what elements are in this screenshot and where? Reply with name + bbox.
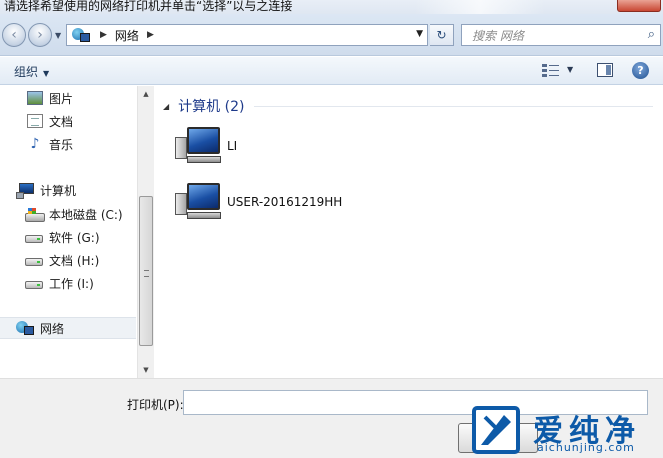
sidebar-item-drive-g[interactable]: 软件 (G:) [0,226,136,248]
sidebar-item-drive-i[interactable]: 工作 (I:) [0,272,136,294]
title-bar-glow [415,0,545,14]
collapse-arrow-icon[interactable]: ◢ [163,102,169,111]
drive-icon [25,281,43,289]
watermark-logo: 爱纯净 aichunjing.com [463,403,663,458]
network-icon [16,321,34,335]
watermark-mark-icon [472,406,520,454]
address-dropdown-icon[interactable]: ▼ [416,29,423,39]
sidebar-item-documents[interactable]: 文档 [0,110,136,132]
scroll-up-icon[interactable]: ▲ [138,86,154,102]
sidebar-item-music[interactable]: ♪ 音乐 [0,133,136,155]
sidebar-item-label: 音乐 [49,137,74,152]
window-title: 请选择希望使用的网络打印机并单击“选择”以与之连接 [4,0,293,13]
list-item[interactable]: LI [173,123,493,169]
back-button[interactable]: ‹ [2,23,26,47]
close-button[interactable] [617,0,661,12]
refresh-icon: ↻ [436,28,447,42]
printer-label: 打印机(P): [127,398,184,412]
sidebar-item-label: 本地磁盘 (C:) [49,207,123,222]
group-divider [254,105,653,107]
forward-arrow-icon: › [37,27,43,43]
scrollbar-thumb[interactable] [139,196,153,346]
breadcrumb-separator[interactable]: ▶ [100,30,107,40]
computer-icon [173,125,223,167]
drive-icon [25,258,43,266]
search-box[interactable]: 搜索 网络 ⌕ [461,24,661,46]
sidebar-item-pictures[interactable]: 图片 [0,87,136,109]
navigation-bar: ‹ › ▼ ▶ 网络 ▶ ▼ ↻ 搜索 网络 ⌕ [0,14,663,56]
refresh-button[interactable]: ↻ [430,24,454,46]
breadcrumb-network[interactable]: 网络 [115,27,139,44]
item-name: LI [227,139,238,153]
system-drive-icon [25,208,45,222]
search-icon[interactable]: ⌕ [648,27,655,42]
scrollbar-grip [144,270,149,277]
help-glyph: ? [637,64,644,77]
chevron-down-icon: ▼ [43,69,50,78]
organize-label: 组织 [14,65,39,79]
sidebar-item-label: 计算机 [40,183,77,198]
address-bar[interactable]: ▶ 网络 ▶ ▼ [66,24,428,46]
title-bar: 请选择希望使用的网络打印机并单击“选择”以与之连接 [0,0,663,14]
scroll-down-icon[interactable]: ▼ [138,362,154,378]
computer-icon [173,181,223,223]
forward-button[interactable]: › [28,23,52,47]
sidebar-item-label: 软件 (G:) [49,230,100,245]
command-bar: 组织 ▼ ▼ ? [0,57,663,85]
back-arrow-icon: ‹ [11,27,17,43]
navigation-pane-scrollbar[interactable]: ▲ ▼ [137,86,154,378]
group-header-computers[interactable]: ◢ 计算机 (2) [163,96,653,116]
views-icon[interactable] [541,63,561,78]
pictures-icon [27,91,43,105]
sidebar-item-computer[interactable]: 计算机 [0,179,136,201]
sidebar-item-label: 图片 [49,91,74,106]
views-dropdown-icon[interactable]: ▼ [567,65,573,74]
sidebar-item-label: 文档 (H:) [49,253,100,268]
file-list: ◢ 计算机 (2) LI USER-20161219HH [155,86,663,378]
documents-icon [27,114,43,128]
help-icon[interactable]: ? [632,62,649,79]
search-input[interactable]: 搜索 网络 [472,27,524,44]
sidebar-item-label: 网络 [40,321,65,336]
navigation-pane: 图片 文档 ♪ 音乐 计算机 本地磁盘 (C:) 软件 (G:) 文档 (H:)… [0,86,136,378]
drive-icon [25,235,43,243]
list-item[interactable]: USER-20161219HH [173,179,493,225]
sidebar-item-drive-c[interactable]: 本地磁盘 (C:) [0,203,136,225]
group-title: 计算机 (2) [178,99,245,115]
network-icon [72,28,90,42]
item-name: USER-20161219HH [227,195,343,209]
preview-pane-button[interactable] [597,63,613,77]
music-icon: ♪ [30,136,40,152]
computer-icon [16,183,34,199]
sidebar-item-label: 文档 [49,114,74,129]
watermark-domain: aichunjing.com [537,441,635,454]
recent-pages-dropdown[interactable]: ▼ [55,31,61,40]
organize-menu-button[interactable]: 组织 ▼ [14,63,49,80]
sidebar-item-network[interactable]: 网络 [0,317,136,339]
breadcrumb-separator[interactable]: ▶ [147,30,154,40]
sidebar-item-drive-h[interactable]: 文档 (H:) [0,249,136,271]
sidebar-item-label: 工作 (I:) [49,276,94,291]
